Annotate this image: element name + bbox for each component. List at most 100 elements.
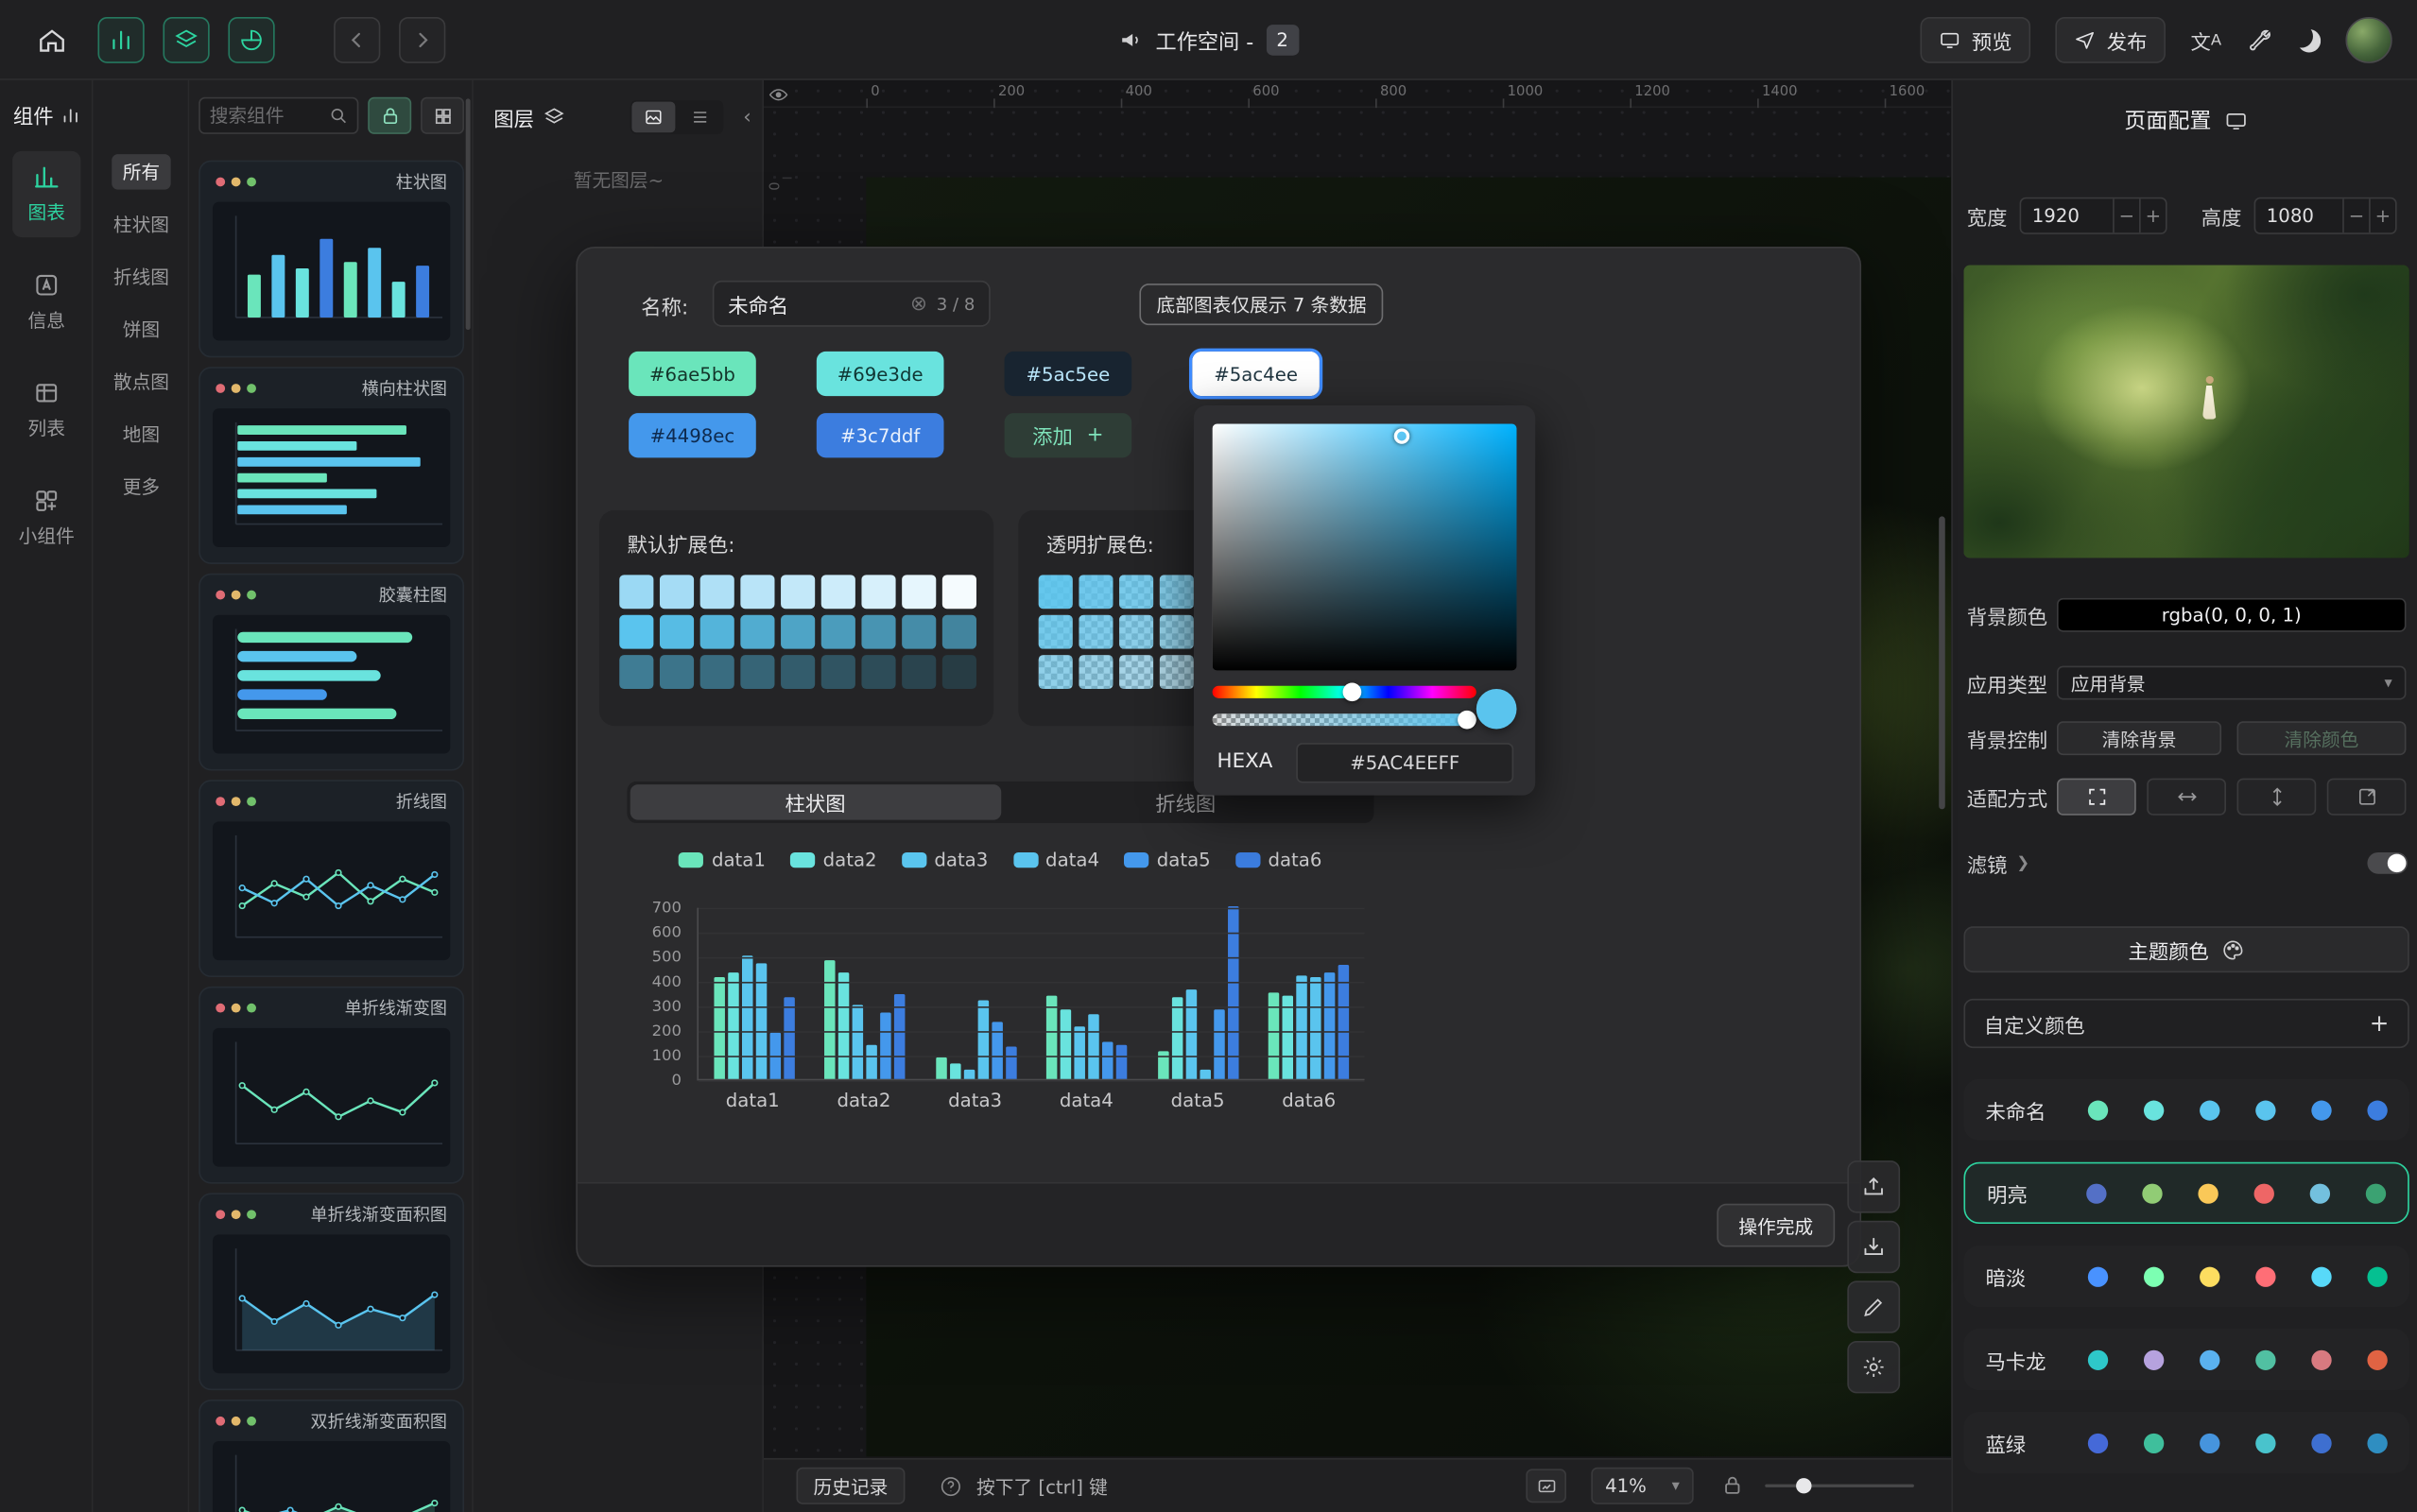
palette-swatch[interactable]	[619, 575, 653, 609]
alpha-palette-swatch[interactable]	[1039, 615, 1073, 649]
category-1[interactable]: 所有	[112, 154, 170, 190]
component-card-2[interactable]: 横向柱状图	[199, 367, 464, 564]
alpha-handle[interactable]	[1458, 711, 1476, 730]
avatar[interactable]	[2345, 17, 2391, 63]
category-2[interactable]: 柱状图	[102, 207, 180, 243]
palette-swatch[interactable]	[942, 615, 976, 649]
color-chip-3[interactable]: #5ac5ee	[1005, 352, 1132, 396]
theme-row-5[interactable]: 蓝绿	[1963, 1412, 2408, 1473]
palette-swatch[interactable]	[942, 575, 976, 609]
add-color-button[interactable]: 添加+	[1005, 413, 1132, 457]
hue-handle[interactable]	[1343, 683, 1362, 702]
alpha-slider[interactable]	[1213, 713, 1476, 726]
add-custom-color-icon[interactable]: +	[2370, 1009, 2390, 1037]
palette-swatch[interactable]	[861, 615, 895, 649]
palette-swatch[interactable]	[700, 655, 734, 689]
saturation-area[interactable]	[1213, 424, 1517, 671]
palette-swatch[interactable]	[861, 655, 895, 689]
palette-swatch[interactable]	[821, 615, 855, 649]
palette-swatch[interactable]	[902, 655, 936, 689]
grid-view-button[interactable]	[421, 97, 464, 134]
search-box[interactable]	[199, 97, 358, 134]
alpha-palette-swatch[interactable]	[1119, 615, 1153, 649]
chart-mode-button[interactable]	[97, 17, 144, 63]
category-5[interactable]: 散点图	[102, 364, 180, 400]
palette-swatch[interactable]	[861, 575, 895, 609]
redo-forward-button[interactable]	[399, 17, 445, 63]
theme-row-4[interactable]: 马卡龙	[1963, 1329, 2408, 1390]
width-stepper[interactable]: 1920−+	[2020, 198, 2167, 234]
eye-icon[interactable]	[768, 85, 788, 105]
fit-auto-button[interactable]	[2057, 779, 2136, 816]
palette-swatch[interactable]	[660, 655, 694, 689]
legend-item-data5[interactable]: data5	[1124, 850, 1210, 871]
publish-button[interactable]: 发布	[2056, 17, 2167, 63]
color-chip-4[interactable]: #5ac4ee	[1192, 352, 1320, 396]
bg-color-swatch[interactable]: rgba(0, 0, 0, 1)	[2057, 598, 2407, 632]
palette-swatch[interactable]	[740, 655, 774, 689]
legend-item-data4[interactable]: data4	[1013, 850, 1099, 871]
palette-swatch[interactable]	[942, 655, 976, 689]
help-icon[interactable]	[940, 1474, 963, 1497]
alpha-palette-swatch[interactable]	[1119, 575, 1153, 609]
palette-swatch[interactable]	[700, 575, 734, 609]
theme-row-3[interactable]: 暗淡	[1963, 1246, 2408, 1307]
edit-button[interactable]	[1847, 1280, 1900, 1332]
palette-swatch[interactable]	[821, 575, 855, 609]
palette-swatch[interactable]	[740, 575, 774, 609]
legend-item-data3[interactable]: data3	[902, 850, 988, 871]
undo-back-button[interactable]	[334, 17, 380, 63]
tab-bar-chart[interactable]: 柱状图	[630, 784, 1001, 820]
category-3[interactable]: 折线图	[102, 259, 180, 295]
settings-button[interactable]	[1847, 1341, 1900, 1393]
layers-list-view-button[interactable]	[678, 102, 721, 133]
palette-swatch[interactable]	[700, 615, 734, 649]
fit-width-button[interactable]	[2147, 779, 2226, 816]
component-card-4[interactable]: 折线图	[199, 780, 464, 977]
theme-row-2[interactable]: 明亮	[1963, 1162, 2408, 1224]
fit-height-button[interactable]	[2236, 779, 2316, 816]
width-decrease-button[interactable]: −	[2113, 198, 2139, 232]
alpha-palette-swatch[interactable]	[1079, 615, 1113, 649]
alpha-palette-swatch[interactable]	[1160, 615, 1194, 649]
palette-swatch[interactable]	[740, 615, 774, 649]
palette-swatch[interactable]	[902, 575, 936, 609]
alpha-palette-swatch[interactable]	[1119, 655, 1153, 689]
legend-item-data6[interactable]: data6	[1235, 850, 1321, 871]
alpha-palette-swatch[interactable]	[1039, 655, 1073, 689]
chevron-right-icon[interactable]: ❯	[2016, 854, 2029, 871]
zoom-slider[interactable]	[1765, 1485, 1914, 1487]
export-button[interactable]	[1847, 1160, 1900, 1212]
layers-thumbnail-view-button[interactable]	[631, 102, 675, 133]
zoom-slider-knob[interactable]	[1796, 1478, 1811, 1493]
theme-row-1[interactable]: 未命名	[1963, 1079, 2408, 1141]
category-4[interactable]: 饼图	[112, 311, 170, 347]
preview-button[interactable]: 预览	[1921, 17, 2031, 63]
sidebar-item-list[interactable]: 列表	[12, 367, 80, 453]
import-button[interactable]	[1847, 1221, 1900, 1273]
palette-swatch[interactable]	[781, 655, 815, 689]
legend-item-data2[interactable]: data2	[790, 850, 876, 871]
zoom-lock-icon[interactable]	[1721, 1475, 1743, 1497]
sidebar-item-charts[interactable]: 图表	[12, 151, 80, 237]
palette-swatch[interactable]	[781, 615, 815, 649]
theme-color-button[interactable]: 主题颜色	[1963, 926, 2408, 972]
custom-color-box[interactable]: 自定义颜色+	[1963, 999, 2408, 1048]
dark-mode-icon[interactable]	[2298, 28, 2322, 51]
layers-mode-button[interactable]	[163, 17, 209, 63]
height-stepper[interactable]: 1080−+	[2254, 198, 2397, 234]
component-card-1[interactable]: 柱状图	[199, 161, 464, 358]
color-chip-6[interactable]: #3c7ddf	[817, 413, 944, 457]
alpha-palette-swatch[interactable]	[1079, 655, 1113, 689]
palette-swatch[interactable]	[619, 655, 653, 689]
height-increase-button[interactable]: +	[2369, 198, 2395, 232]
canvas-scrollbar[interactable]	[1939, 516, 1945, 809]
palette-swatch[interactable]	[821, 655, 855, 689]
home-icon[interactable]	[37, 26, 66, 55]
sidebar-item-widgets[interactable]: 小组件	[12, 474, 80, 560]
width-increase-button[interactable]: +	[2139, 198, 2166, 232]
legend-item-data1[interactable]: data1	[679, 850, 765, 871]
clear-background-button[interactable]: 清除背景	[2057, 721, 2221, 755]
color-chip-5[interactable]: #4498ec	[629, 413, 756, 457]
hex-input[interactable]	[1296, 743, 1513, 782]
